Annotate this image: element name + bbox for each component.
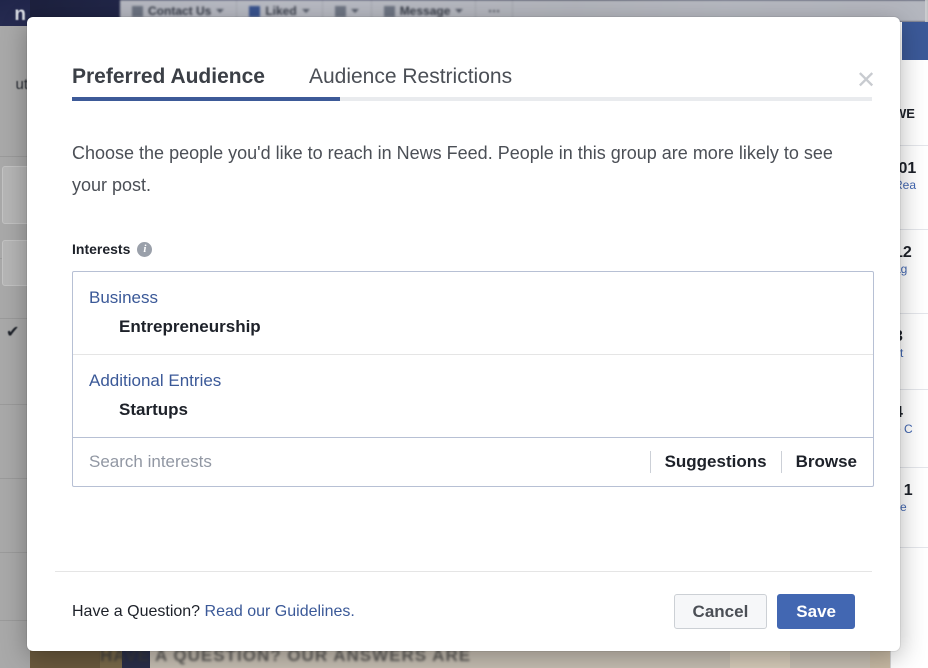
tab-label: Preferred Audience [72,65,265,88]
dialog-tabs: Preferred Audience Audience Restrictions [72,65,534,101]
chevron-down-icon [216,9,225,13]
save-button[interactable]: Save [777,594,855,629]
funnel-icon [132,5,143,17]
tab-label: Audience Restrictions [308,65,513,88]
close-icon[interactable]: ✕ [852,67,880,95]
interest-group: Business Entrepreneurship [73,272,873,354]
dialog-description: Choose the people you'd like to reach in… [72,143,833,195]
interest-group: Additional Entries Startups [73,354,873,437]
divider [780,451,782,473]
page-left-column [0,26,30,668]
divider [0,318,30,319]
search-row-actions: Suggestions Browse [636,451,857,473]
right-column-accent [902,22,928,60]
divider [0,478,30,479]
footer-buttons: Cancel Save [673,594,855,629]
share-icon [334,5,346,17]
dialog-body: Choose the people you'd like to reach in… [27,101,900,571]
interest-item[interactable]: Entrepreneurship [89,312,857,342]
tab-underline-track [72,97,872,101]
divider [0,404,30,405]
interests-selector: Business Entrepreneurship Additional Ent… [72,271,874,487]
thumb-up-icon [249,5,261,17]
tab-active-underline [72,97,340,101]
info-icon[interactable]: i [137,241,153,257]
footer-question-text: Have a Question? [72,602,205,620]
divider [0,552,30,553]
chevron-down-icon [455,9,464,13]
message-icon [383,5,395,17]
read-guidelines-link[interactable]: Read our Guidelines. [205,603,355,620]
divider [0,156,30,157]
search-interests-input[interactable] [89,439,636,485]
cancel-button[interactable]: Cancel [673,594,768,629]
left-card [2,166,30,224]
suggestions-button[interactable]: Suggestions [665,452,767,472]
page-left-text-partial: ut [15,76,28,93]
checkmark-icon: ✔ [6,324,20,341]
interest-group-title[interactable]: Business [89,284,857,312]
interests-label: Interests i [72,241,855,257]
interests-search-row: Suggestions Browse [73,437,873,486]
page-name-partial: n [14,4,26,25]
preferred-audience-dialog: Preferred Audience Audience Restrictions… [27,17,900,651]
divider [649,451,651,473]
dialog-footer: Have a Question? Read our Guidelines. Ca… [55,571,872,651]
divider [0,620,30,621]
chevron-down-icon [301,9,310,13]
footer-question: Have a Question? Read our Guidelines. [72,603,355,621]
tab-audience-restrictions[interactable]: Audience Restrictions [287,65,534,101]
interest-item[interactable]: Startups [89,395,857,425]
interests-label-text: Interests [72,241,131,257]
browse-button[interactable]: Browse [796,452,857,472]
dialog-header: Preferred Audience Audience Restrictions… [27,17,900,101]
interest-group-title[interactable]: Additional Entries [89,367,857,395]
left-card [2,240,30,286]
chevron-down-icon [350,9,359,13]
tab-preferred-audience[interactable]: Preferred Audience [72,65,287,101]
